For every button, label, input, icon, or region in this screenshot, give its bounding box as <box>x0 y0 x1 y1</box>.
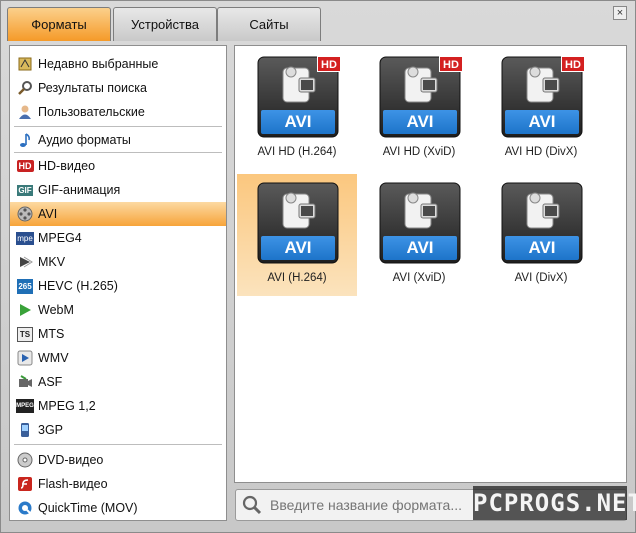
hevc-icon: 265 <box>16 277 34 295</box>
mpeg12-icon: MPEG <box>16 397 34 415</box>
sidebar-item-label: Аудио форматы <box>38 133 131 147</box>
format-tile-label: AVI <box>284 238 312 257</box>
format-tile[interactable]: AVI AVI (XviD) <box>359 174 479 296</box>
sidebar-item-label: WMV <box>38 351 69 365</box>
phone-icon <box>16 421 34 439</box>
format-tile-caption: AVI (XviD) <box>392 272 446 284</box>
sidebar-item-gif[interactable]: GIF GIF-анимация <box>10 178 226 202</box>
sidebar-item-recent[interactable]: Недавно выбранные <box>10 52 226 76</box>
sidebar-item-quicktime[interactable]: QuickTime (MOV) <box>10 496 226 520</box>
gif-icon: GIF <box>16 181 34 199</box>
sidebar-item-label: MPEG 1,2 <box>38 399 96 413</box>
dvd-icon <box>16 451 34 469</box>
format-tile-caption: AVI HD (XviD) <box>382 146 456 158</box>
music-note-icon <box>16 131 34 149</box>
sidebar-item-label: HEVC (H.265) <box>38 279 118 293</box>
format-tile[interactable]: AVI AVI (H.264) <box>237 174 357 296</box>
tab-formats[interactable]: Форматы <box>7 7 111 41</box>
sidebar-item-webm[interactable]: WebM <box>10 298 226 322</box>
sidebar-item-asf[interactable]: ASF <box>10 370 226 394</box>
gif-badge: GIF <box>17 184 33 196</box>
sidebar-item-search-results[interactable]: Результаты поиска <box>10 76 226 100</box>
film-reel-icon <box>16 205 34 223</box>
sidebar-item-label: ASF <box>38 375 63 389</box>
sidebar-item-label: Пользовательские <box>38 105 145 119</box>
sidebar-item-avi[interactable]: AVI <box>10 202 226 226</box>
sidebar-item-label: DVD-видео <box>38 453 104 467</box>
format-tile-label: AVI <box>284 112 312 131</box>
sidebar-divider <box>14 152 222 153</box>
hd-badge: HD <box>439 56 463 72</box>
format-tile-caption: AVI (H.264) <box>267 272 327 284</box>
user-icon <box>16 103 34 121</box>
sidebar-item-label: Flash-видео <box>38 477 108 491</box>
sidebar-item-flash[interactable]: Flash-видео <box>10 472 226 496</box>
sidebar-item-hevc[interactable]: 265 HEVC (H.265) <box>10 274 226 298</box>
webm-play-icon <box>16 301 34 319</box>
format-grid: AVI HD AVI HD (H.264) AVI HD AVI HD (XviD) A… <box>234 45 627 483</box>
sidebar-item-audio[interactable]: Аудио форматы <box>10 128 226 152</box>
sidebar-item-label: 3GP <box>38 423 64 437</box>
sidebar-item-mkv[interactable]: MKV <box>10 250 226 274</box>
tab-devices[interactable]: Устройства <box>113 7 217 41</box>
format-category-list[interactable]: Недавно выбранные Результаты поиска Поль… <box>9 45 227 521</box>
mpeg4-badge: mpe <box>16 231 34 245</box>
format-tile-caption: AVI (DivX) <box>514 272 568 284</box>
hd-icon: HD <box>16 157 34 175</box>
format-tile-label: AVI <box>528 112 556 131</box>
sidebar-item-dvd[interactable]: DVD-видео <box>10 448 226 472</box>
format-tile[interactable]: AVI AVI (DivX) <box>481 174 601 296</box>
sidebar-item-custom[interactable]: Пользовательские <box>10 100 226 124</box>
format-tile-label: AVI <box>406 238 434 257</box>
watermark: PCPROGS.NET <box>473 486 636 520</box>
sidebar-item-wmv[interactable]: WMV <box>10 346 226 370</box>
sidebar-item-label: MPEG4 <box>38 231 82 245</box>
asf-icon <box>16 373 34 391</box>
close-button[interactable]: × <box>613 6 627 20</box>
wmv-icon <box>16 349 34 367</box>
search-icon <box>242 495 262 515</box>
sidebar-item-label: GIF-анимация <box>38 183 121 197</box>
mts-icon: TS <box>16 325 34 343</box>
format-tile[interactable]: AVI HD AVI HD (XviD) <box>359 48 479 170</box>
sidebar-item-label: MTS <box>38 327 65 341</box>
flash-icon <box>16 475 34 493</box>
mpeg12-badge: MPEG <box>16 399 34 413</box>
sidebar-item-label: WebM <box>38 303 74 317</box>
format-dialog: Форматы Устройства Сайты × Недавно выбра… <box>0 0 636 533</box>
sidebar-item-mpeg12[interactable]: MPEG MPEG 1,2 <box>10 394 226 418</box>
hd-badge: HD <box>16 160 34 172</box>
hd-badge: HD <box>561 56 585 72</box>
recent-icon <box>16 55 34 73</box>
tab-sites[interactable]: Сайты <box>217 7 321 41</box>
mpeg4-icon: mpe <box>16 229 34 247</box>
sidebar-item-label: QuickTime (MOV) <box>38 501 138 515</box>
sidebar-divider <box>14 126 222 127</box>
format-tile-label: AVI <box>406 112 434 131</box>
sidebar-item-hd-video[interactable]: HD HD-видео <box>10 154 226 178</box>
format-tile[interactable]: AVI HD AVI HD (H.264) <box>237 48 357 170</box>
format-tile-caption: AVI HD (H.264) <box>257 146 337 158</box>
sidebar-item-label: MKV <box>38 255 66 269</box>
quicktime-icon <box>16 499 34 517</box>
sidebar-item-mpeg4[interactable]: mpe MPEG4 <box>10 226 226 250</box>
mts-badge: TS <box>16 326 34 342</box>
hevc-badge: 265 <box>17 278 33 294</box>
sidebar-item-label: HD-видео <box>38 159 96 173</box>
sidebar-item-label: Недавно выбранные <box>38 57 159 71</box>
sidebar-item-mts[interactable]: TS MTS <box>10 322 226 346</box>
format-tile-caption: AVI HD (DivX) <box>504 146 578 158</box>
sidebar-item-label: AVI <box>38 207 58 221</box>
format-tile-label: AVI <box>528 238 556 257</box>
mkv-icon <box>16 253 34 271</box>
format-tile[interactable]: AVI HD AVI HD (DivX) <box>481 48 601 170</box>
sidebar-item-3gp[interactable]: 3GP <box>10 418 226 442</box>
sidebar-item-label: Результаты поиска <box>38 81 147 95</box>
sidebar-divider <box>14 444 222 445</box>
tab-bar: Форматы Устройства Сайты <box>7 7 337 43</box>
search-results-icon <box>16 79 34 97</box>
hd-badge: HD <box>317 56 341 72</box>
